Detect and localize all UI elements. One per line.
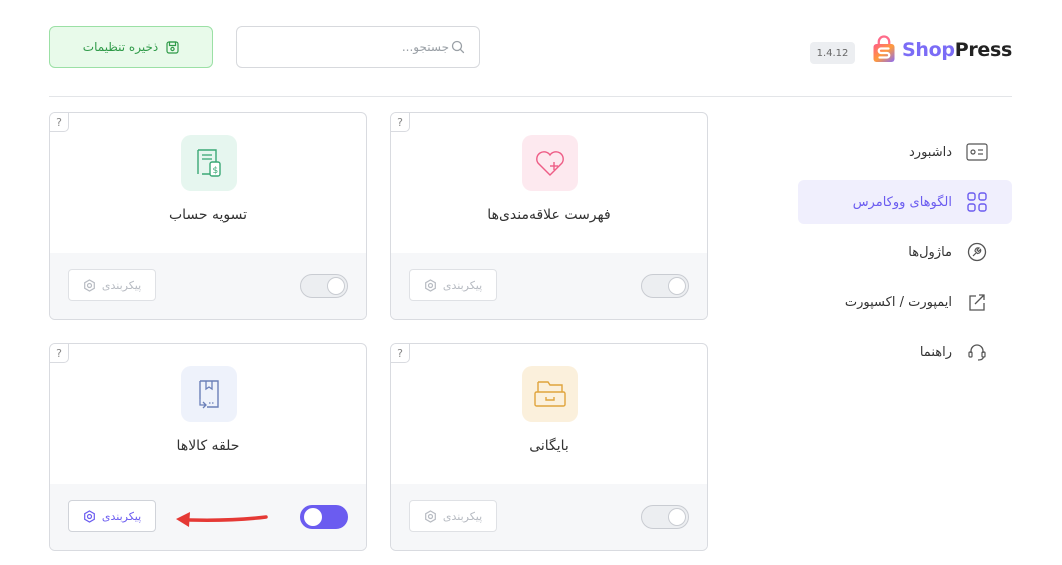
module-toggle[interactable] — [300, 274, 348, 298]
toggle-knob — [668, 508, 686, 526]
module-toggle[interactable] — [641, 505, 689, 529]
headset-icon — [966, 341, 988, 363]
sidebar-item-label: ماژول‌ها — [908, 244, 952, 260]
module-toggle[interactable] — [300, 505, 348, 529]
gear-icon — [424, 278, 436, 292]
heart-plus-icon — [522, 135, 578, 191]
card-title: حلقه کالاها — [176, 438, 240, 454]
configure-button[interactable]: پیکربندی — [68, 500, 156, 532]
gear-icon — [83, 509, 95, 523]
header-divider — [49, 96, 1012, 97]
svg-text:$: $ — [213, 166, 219, 176]
shopping-bag-logo-icon — [873, 35, 895, 63]
search-input[interactable] — [267, 39, 451, 55]
sidebar-item-import-export[interactable]: ایمپورت / اکسپورت — [798, 280, 1012, 324]
version-badge: 1.4.12 — [810, 42, 855, 64]
product-loop-icon — [181, 366, 237, 422]
card-footer: پیکربندی — [391, 253, 707, 319]
card-title: فهرست علاقه‌مندی‌ها — [487, 207, 611, 223]
brand-name-press: Press — [954, 39, 1013, 61]
grid-icon — [966, 191, 988, 213]
sidebar-item-help[interactable]: راهنما — [798, 330, 1012, 374]
module-card-checkout: ? $ تسویه حساب پیکربندی — [49, 112, 367, 320]
help-button[interactable]: ? — [50, 344, 69, 363]
invoice-icon: $ — [181, 135, 237, 191]
card-footer: پیکربندی — [391, 484, 707, 550]
gear-icon — [83, 278, 95, 292]
configure-button[interactable]: پیکربندی — [409, 500, 497, 532]
card-title: تسویه حساب — [168, 207, 248, 223]
toggle-knob — [668, 277, 686, 295]
archive-box-icon — [522, 366, 578, 422]
configure-label: پیکربندی — [101, 278, 142, 292]
configure-label: پیکربندی — [442, 278, 483, 292]
module-toggle[interactable] — [641, 274, 689, 298]
configure-button[interactable]: پیکربندی — [68, 269, 156, 301]
sidebar-item-dashboard[interactable]: داشبورد — [798, 130, 1012, 174]
help-button[interactable]: ? — [391, 344, 410, 363]
sidebar-item-label: ایمپورت / اکسپورت — [844, 294, 952, 310]
search-box[interactable] — [236, 26, 480, 68]
help-button[interactable]: ? — [391, 113, 410, 132]
card-title: بایگانی — [529, 438, 569, 454]
module-card-wishlist: ? فهرست علاقه‌مندی‌ها پیکربندی — [390, 112, 708, 320]
save-settings-button[interactable]: ذخیره تنظیمات — [49, 26, 213, 68]
help-button[interactable]: ? — [50, 113, 69, 132]
configure-button[interactable]: پیکربندی — [409, 269, 497, 301]
sidebar-item-label: راهنما — [919, 344, 952, 360]
sidebar-item-modules[interactable]: ماژول‌ها — [798, 230, 1012, 274]
brand-logo: ShopPress — [872, 30, 1012, 70]
configure-label: پیکربندی — [442, 509, 483, 523]
module-card-archive: ? بایگانی پیکربندی — [390, 343, 708, 551]
configure-label: پیکربندی — [101, 509, 142, 523]
gear-icon — [424, 509, 436, 523]
sidebar-item-label: الگوهای ووکامرس — [852, 194, 952, 210]
modules-icon — [966, 241, 988, 263]
card-footer: پیکربندی — [50, 253, 366, 319]
export-icon — [966, 291, 988, 313]
toggle-knob — [304, 508, 322, 526]
dashboard-icon — [966, 141, 988, 163]
save-button-label: ذخیره تنظیمات — [82, 40, 159, 54]
save-icon — [166, 40, 179, 54]
sidebar-item-label: داشبورد — [909, 144, 952, 160]
sidebar-item-woocommerce-templates[interactable]: الگوهای ووکامرس — [798, 180, 1012, 224]
annotation-arrow-icon — [176, 512, 268, 527]
search-icon — [451, 40, 465, 54]
toggle-knob — [327, 277, 345, 295]
brand-name-shop: Shop — [902, 39, 955, 61]
